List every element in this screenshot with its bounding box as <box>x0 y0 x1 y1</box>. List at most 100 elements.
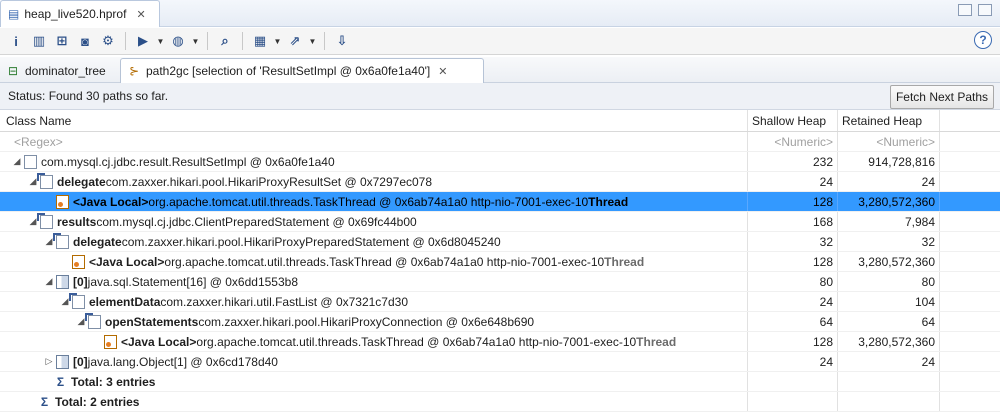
oql-icon[interactable]: ◙ <box>75 31 95 51</box>
shallow-heap-value: 232 <box>748 152 838 171</box>
retained-heap-value <box>838 372 940 391</box>
query-browser-icon[interactable]: ◍ <box>168 31 188 51</box>
dominator-tree-icon[interactable]: ⊞ <box>52 31 72 51</box>
table-row[interactable]: ▷ [0] java.lang.Object[1] @ 0x6cd178d40 2… <box>0 352 1000 372</box>
retained-heap-value: 24 <box>838 352 940 371</box>
toolbar-separator <box>324 32 325 50</box>
run-report-icon[interactable]: ▶ <box>133 31 153 51</box>
status-text: Status: Found 30 paths so far. <box>8 89 169 103</box>
field-name: elementData <box>89 294 161 309</box>
shallow-heap-value: 128 <box>748 332 838 351</box>
field-name: <Java Local> <box>89 254 165 269</box>
expand-twisty[interactable]: ◢ <box>12 156 22 167</box>
editor-tab-heap-file[interactable]: ▤ heap_live520.hprof ✕ <box>0 0 160 27</box>
heap-dump-overview-icon[interactable]: ▦ <box>250 31 270 51</box>
toolbar-separator <box>207 32 208 50</box>
retained-heap-value <box>838 392 940 411</box>
histogram-icon[interactable]: ▥ <box>29 31 49 51</box>
table-row[interactable]: <Java Local> org.apache.tomcat.util.thre… <box>0 252 1000 272</box>
toolbar: i ▥ ⊞ ◙ ⚙ ▶ ▼ ◍ ▼ ⌕ ▦ ▼ ⇗ ▼ ⇩ ? <box>0 28 1000 55</box>
table-row[interactable]: ◢ elementData com.zaxxer.hikari.util.Fast… <box>0 292 1000 312</box>
regex-filter-input[interactable]: <Regex> <box>0 132 748 151</box>
close-icon[interactable]: ✕ <box>136 8 145 21</box>
table-row[interactable]: ◢ delegate com.zaxxer.hikari.pool.HikariP… <box>0 172 1000 192</box>
row-text: com.zaxxer.hikari.pool.HikariProxyResult… <box>105 174 433 189</box>
thread-label: Thread <box>604 254 645 269</box>
shallow-heap-value: 168 <box>748 212 838 231</box>
field-name: openStatements <box>105 314 199 329</box>
object-reference-icon <box>53 232 69 249</box>
row-text: org.apache.tomcat.util.threads.TaskThrea… <box>164 254 605 269</box>
row-text: com.zaxxer.hikari.pool.HikariProxyConnec… <box>198 314 535 329</box>
shallow-heap-value <box>748 392 838 411</box>
chevron-down-icon[interactable]: ▼ <box>191 31 200 51</box>
shallow-heap-value: 128 <box>748 192 838 211</box>
row-text: com.mysql.cj.jdbc.result.ResultSetImpl @… <box>41 154 335 169</box>
table-row-total[interactable]: Σ Total: 3 entries <box>0 372 1000 392</box>
table-row[interactable]: ◢ results com.mysql.cj.jdbc.ClientPrepare… <box>0 212 1000 232</box>
maximize-button[interactable] <box>978 4 992 16</box>
column-header-class-name[interactable]: Class Name <box>0 110 748 131</box>
field-name: [0] <box>73 274 88 289</box>
field-name: <Java Local> <box>73 194 149 209</box>
tree-icon: ⊟ <box>7 63 19 78</box>
fetch-next-paths-button[interactable]: Fetch Next Paths <box>890 85 994 109</box>
editor-tab-bar: ▤ heap_live520.hprof ✕ <box>0 0 1000 27</box>
row-text: com.zaxxer.hikari.pool.HikariProxyPrepar… <box>121 234 501 249</box>
chevron-down-icon[interactable]: ▼ <box>273 31 282 51</box>
retained-heap-value: 104 <box>838 292 940 311</box>
tab-path2gc[interactable]: ⊱ path2gc [selection of 'ResultSetImpl @… <box>120 58 484 83</box>
expand-twisty[interactable]: ▷ <box>44 356 54 367</box>
java-local-icon <box>56 194 69 209</box>
chevron-down-icon[interactable]: ▼ <box>156 31 165 51</box>
chevron-down-icon[interactable]: ▼ <box>308 31 317 51</box>
column-header-shallow-heap[interactable]: Shallow Heap <box>748 110 838 131</box>
row-text: com.zaxxer.hikari.util.FastList @ 0x7321… <box>160 294 409 309</box>
shallow-heap-value: 24 <box>748 352 838 371</box>
shallow-heap-value: 32 <box>748 232 838 251</box>
expand-twisty[interactable]: ◢ <box>44 276 54 287</box>
retained-filter-input[interactable]: <Numeric> <box>838 132 940 151</box>
row-text: org.apache.tomcat.util.threads.TaskThrea… <box>196 334 637 349</box>
field-name: delegate <box>73 234 122 249</box>
retained-heap-value: 80 <box>838 272 940 291</box>
object-reference-icon <box>37 172 53 189</box>
close-icon[interactable]: ✕ <box>438 65 447 78</box>
minimize-button[interactable] <box>958 4 972 16</box>
table-row[interactable]: ◢ [0] java.sql.Statement[16] @ 0x6dd1553b… <box>0 272 1000 292</box>
info-icon[interactable]: i <box>6 31 26 51</box>
export-icon[interactable]: ⇗ <box>285 31 305 51</box>
toolbar-separator <box>125 32 126 50</box>
table-row[interactable]: ◢ delegate com.zaxxer.hikari.pool.HikariP… <box>0 232 1000 252</box>
field-name: delegate <box>57 174 106 189</box>
tab-dominator-tree[interactable]: ⊟ dominator_tree <box>0 58 120 83</box>
calculate-retained-icon[interactable]: ⇩ <box>332 31 352 51</box>
object-reference-icon <box>85 312 101 329</box>
toolbar-separator <box>242 32 243 50</box>
sigma-icon: Σ <box>56 374 65 389</box>
shallow-heap-value <box>748 372 838 391</box>
field-name: results <box>57 214 97 229</box>
column-header-retained-heap[interactable]: Retained Heap <box>838 110 940 131</box>
array-icon <box>56 354 69 369</box>
search-icon[interactable]: ⌕ <box>215 31 235 51</box>
shallow-heap-value: 24 <box>748 172 838 191</box>
table-row[interactable]: <Java Local> org.apache.tomcat.util.thre… <box>0 332 1000 352</box>
table-row[interactable]: ◢ com.mysql.cj.jdbc.result.ResultSetImpl … <box>0 152 1000 172</box>
shallow-filter-input[interactable]: <Numeric> <box>748 132 838 151</box>
field-name: [0] <box>73 354 88 369</box>
row-text: java.lang.Object[1] @ 0x6cd178d40 <box>87 354 278 369</box>
editor-tab-label: heap_live520.hprof <box>24 7 127 21</box>
tab-label: dominator_tree <box>25 63 106 78</box>
table-row-selected[interactable]: <Java Local> org.apache.tomcat.util.thre… <box>0 192 1000 212</box>
table-row[interactable]: ◢ openStatements com.zaxxer.hikari.pool.H… <box>0 312 1000 332</box>
retained-heap-value: 64 <box>838 312 940 331</box>
help-icon[interactable]: ? <box>974 31 992 49</box>
object-reference-icon <box>37 212 53 229</box>
thread-label: Thread <box>588 194 629 209</box>
shallow-heap-value: 64 <box>748 312 838 331</box>
table-row-total[interactable]: Σ Total: 2 entries <box>0 392 1000 412</box>
row-text: java.sql.Statement[16] @ 0x6dd1553b8 <box>87 274 298 289</box>
shallow-heap-value: 128 <box>748 252 838 271</box>
thread-overview-icon[interactable]: ⚙ <box>98 31 118 51</box>
